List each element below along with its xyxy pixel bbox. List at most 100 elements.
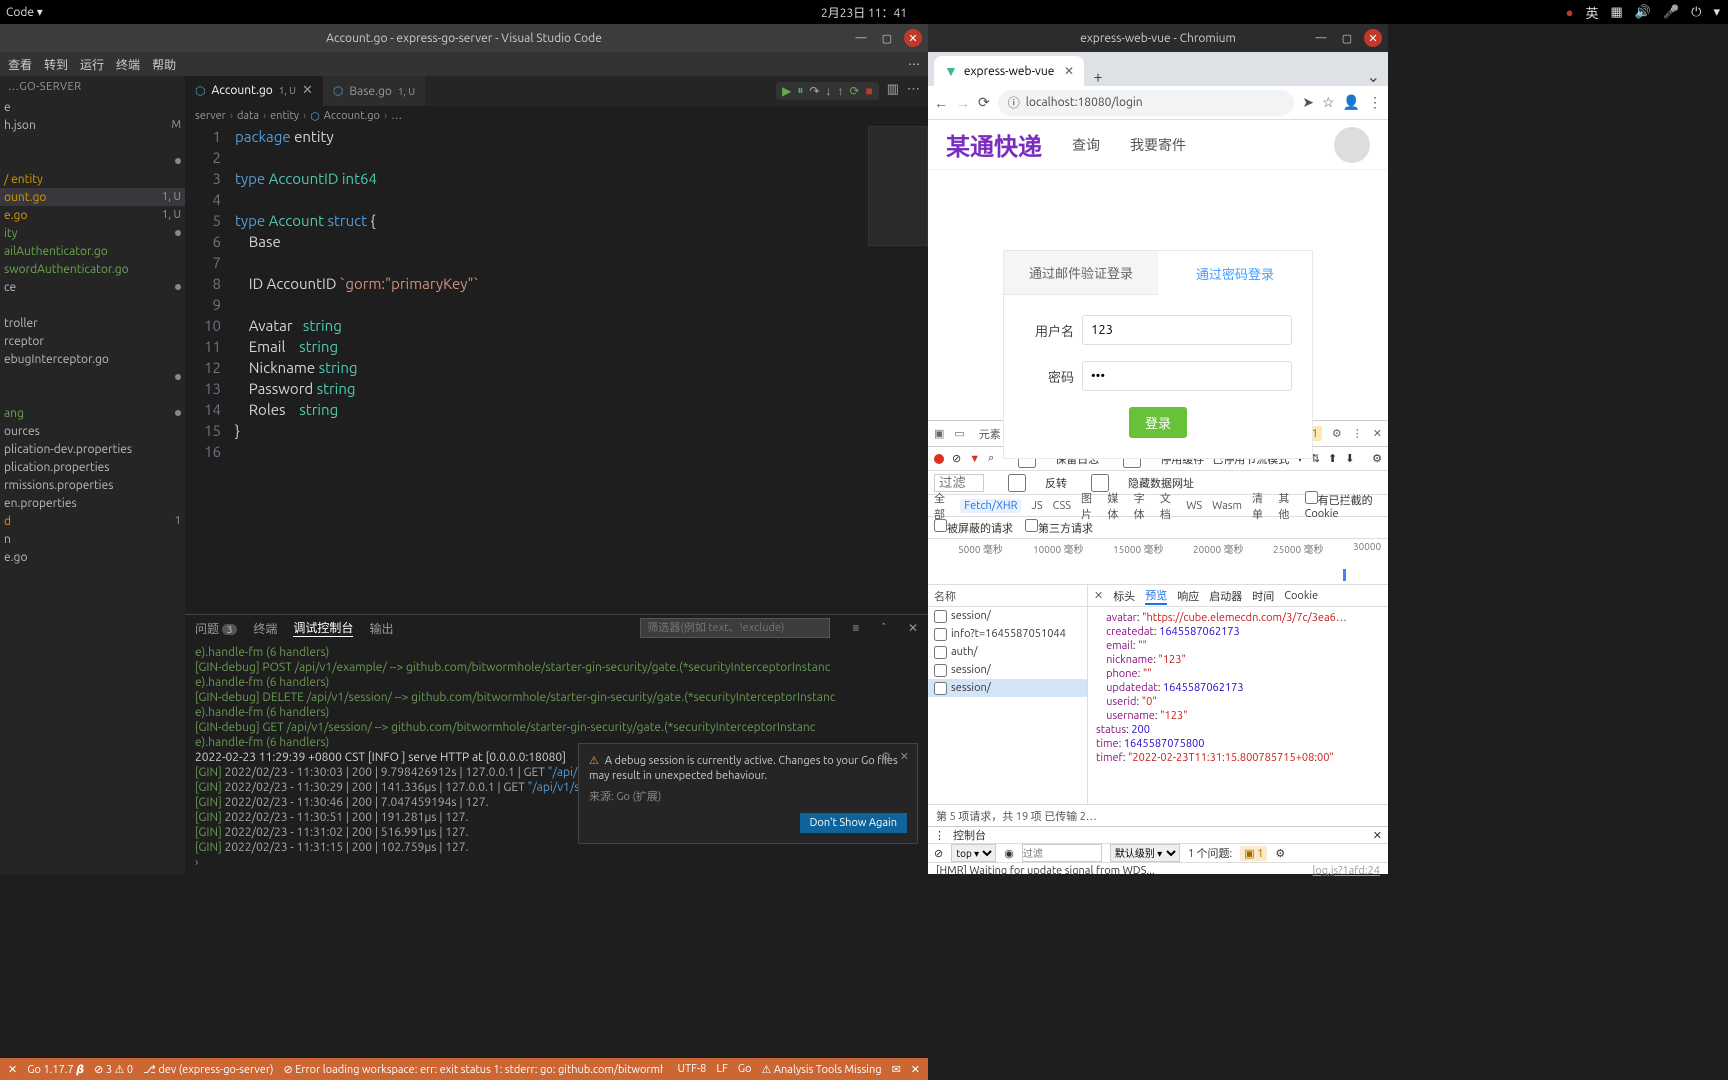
arrow-down-icon[interactable]: ▾ — [1713, 5, 1720, 20]
tab-initiator[interactable]: 启动器 — [1209, 588, 1242, 604]
sb-close[interactable]: ✕ — [8, 1063, 17, 1076]
tab-expand-icon[interactable]: ⌄ — [1359, 67, 1388, 86]
explorer-item[interactable]: / entity — [0, 170, 185, 188]
debug-controls[interactable]: ▶ ⏸ ↷ ↓ ↑ ⟳ ■ — [776, 82, 879, 100]
response-body[interactable]: avatar: "https://cube.elemecdn.com/3/7c/… — [1088, 607, 1388, 804]
clear-icon[interactable]: ⊘ — [952, 452, 961, 465]
filter-icon[interactable]: ≡ — [852, 621, 859, 635]
tab-terminal[interactable]: 终端 — [253, 620, 277, 637]
editor-tabs[interactable]: ⬡ Account.go 1, U ✕ ⬡ Base.go 1, U ▶ ⏸ ↷… — [185, 76, 928, 106]
step-out-icon[interactable]: ↑ — [837, 84, 843, 98]
explorer-item[interactable]: en.properties — [0, 494, 185, 512]
inspect-icon[interactable]: ▣ — [934, 427, 944, 440]
request-row[interactable]: session/ — [928, 679, 1087, 697]
restart-icon[interactable]: ⟳ — [849, 84, 859, 98]
chrome-tabstrip[interactable]: ▼ express-web-vue ✕ + ⌄ — [928, 52, 1388, 86]
mic-icon[interactable]: 🎤 — [1663, 5, 1679, 20]
explorer-item[interactable] — [0, 152, 185, 170]
upload-icon[interactable]: ⬆ — [1328, 452, 1337, 465]
invert-checkbox[interactable] — [992, 474, 1042, 492]
new-tab-button[interactable]: + — [1084, 68, 1112, 86]
tab-account-go[interactable]: ⬡ Account.go 1, U ✕ — [185, 76, 323, 106]
step-into-icon[interactable]: ↓ — [825, 84, 831, 98]
profile-icon[interactable]: 👤 — [1343, 94, 1360, 111]
chrome-toolbar[interactable]: ← → ⟳ ⓘ localhost:18080/login ➤ ☆ 👤 ⋮ — [928, 86, 1388, 120]
console-header[interactable]: ⋮ 控制台 ✕ — [928, 827, 1388, 844]
console-source-link[interactable]: log.js?1afd:24 — [1312, 865, 1380, 877]
explorer-item[interactable]: e — [0, 98, 185, 116]
explorer-item[interactable]: plication-dev.properties — [0, 440, 185, 458]
download-icon[interactable]: ⬇ — [1345, 452, 1354, 465]
password-input[interactable] — [1082, 361, 1292, 391]
close-devtools-icon[interactable]: ✕ — [1373, 427, 1382, 440]
record-icon[interactable] — [934, 454, 944, 464]
filter-xhr[interactable]: Fetch/XHR — [960, 499, 1021, 513]
code-content[interactable]: package entity type AccountID int64 type… — [235, 126, 928, 614]
collapse-icon[interactable]: ˆ — [881, 622, 886, 635]
explorer-item[interactable] — [0, 386, 185, 404]
detail-tabs[interactable]: ✕ 标头 预览 响应 启动器 时间 Cookie — [1088, 585, 1388, 607]
login-tab-email[interactable]: 通过邮件验证登录 — [1004, 251, 1158, 295]
close-console-icon[interactable]: ✕ — [1373, 829, 1382, 842]
network-check-row[interactable]: 被屏蔽的请求 第三方请求 — [928, 517, 1388, 539]
request-row[interactable]: session/ — [928, 607, 1087, 625]
sb-go-version[interactable]: Go 1.17.7 𝞫 — [27, 1063, 84, 1076]
nav-query[interactable]: 查询 — [1072, 135, 1100, 155]
network-icon[interactable]: ▦ — [1611, 5, 1623, 20]
blocked-checkbox[interactable] — [934, 519, 947, 532]
explorer-item[interactable]: e.go — [0, 548, 185, 566]
close-panel-icon[interactable]: ✕ — [908, 621, 918, 635]
maximize-button[interactable]: ▢ — [878, 29, 896, 47]
tab-base-go[interactable]: ⬡ Base.go 1, U — [323, 76, 425, 106]
sb-branch[interactable]: ⎇ dev (express-go-server) — [143, 1063, 273, 1076]
login-button[interactable]: 登录 — [1129, 407, 1187, 438]
username-input[interactable] — [1082, 315, 1292, 345]
filter-js[interactable]: JS — [1031, 500, 1042, 512]
explorer-item[interactable] — [0, 368, 185, 386]
login-tab-password[interactable]: 通过密码登录 — [1158, 251, 1312, 295]
explorer[interactable]: …GO-SERVER eh.jsonM/ entityount.go1, Ue.… — [0, 76, 185, 874]
breadcrumb[interactable]: server› data› entity› ⬡ Account.go› … — [185, 106, 928, 126]
minimize-button[interactable]: — — [852, 29, 870, 47]
context-select[interactable]: top ▾ — [951, 844, 996, 862]
breadcrumb-item[interactable]: data — [237, 110, 259, 122]
reload-icon[interactable]: ⟳ — [978, 94, 990, 111]
filter-css[interactable]: CSS — [1053, 500, 1071, 512]
vscode-statusbar[interactable]: ✕ Go 1.17.7 𝞫 ⊘ 3 ⚠ 0 ⎇ dev (express-go-… — [0, 1058, 928, 1080]
request-row[interactable]: info?t=1645587051044 — [928, 625, 1087, 643]
request-row[interactable]: session/ — [928, 661, 1087, 679]
console-title[interactable]: 控制台 — [953, 827, 986, 843]
request-list[interactable]: 名称 session/ info?t=1645587051044 auth/ s… — [928, 585, 1088, 804]
tab-cookies[interactable]: Cookie — [1284, 590, 1318, 602]
clear-console-icon[interactable]: ⊘ — [934, 847, 943, 860]
filter-wasm[interactable]: Wasm — [1212, 500, 1242, 512]
eye-icon[interactable]: ◉ — [1004, 847, 1014, 860]
tab-close-icon[interactable]: ✕ — [1064, 64, 1074, 78]
device-icon[interactable]: ▭ — [954, 427, 964, 440]
explorer-item[interactable]: n — [0, 530, 185, 548]
app-menu[interactable]: Code ▾ — [0, 5, 43, 19]
sb-errors[interactable]: ⊘ 3 ⚠ 0 — [94, 1063, 133, 1076]
explorer-item[interactable]: swordAuthenticator.go — [0, 260, 185, 278]
nav-ship[interactable]: 我要寄件 — [1130, 135, 1186, 155]
panel-tabs[interactable]: 问题 3 终端 调试控制台 输出 ≡ ˆ ✕ — [185, 615, 928, 641]
explorer-item[interactable]: e.go1, U — [0, 206, 185, 224]
tab-timing[interactable]: 时间 — [1252, 588, 1274, 604]
url-bar[interactable]: ⓘ localhost:18080/login — [998, 90, 1295, 116]
explorer-item[interactable]: troller — [0, 314, 185, 332]
explorer-item[interactable]: rceptor — [0, 332, 185, 350]
info-icon[interactable]: ⓘ — [1008, 94, 1020, 111]
breadcrumb-item[interactable]: Account.go — [324, 110, 380, 122]
tab-close-icon[interactable]: ✕ — [302, 83, 313, 98]
tab-elements[interactable]: 元素 — [975, 426, 1005, 442]
tab-debug-console[interactable]: 调试控制台 — [293, 619, 353, 637]
console-filter-input[interactable] — [1022, 844, 1102, 862]
maximize-button[interactable]: ▢ — [1338, 29, 1356, 47]
bookmark-icon[interactable]: ☆ — [1322, 94, 1335, 111]
explorer-item[interactable]: ount.go1, U — [0, 188, 185, 206]
sb-encoding[interactable]: UTF-8 — [678, 1063, 707, 1076]
sb-eol[interactable]: LF — [716, 1063, 727, 1076]
back-icon[interactable]: ← — [934, 95, 948, 111]
gear-icon[interactable]: ⚙ — [881, 750, 891, 765]
issues-badge[interactable]: ▣ 1 — [1240, 846, 1267, 861]
